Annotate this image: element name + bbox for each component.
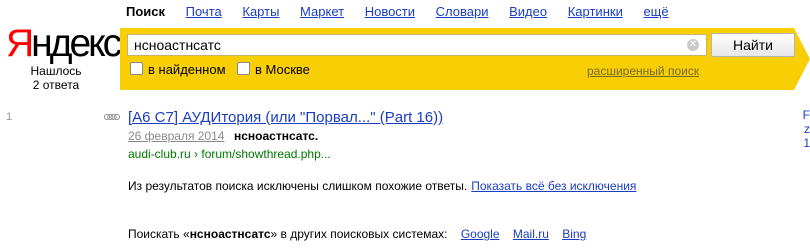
engine-mailru-link[interactable]: Mail.ru bbox=[513, 227, 549, 241]
nav-item-search: Поиск bbox=[126, 4, 166, 19]
audi-rings-icon bbox=[104, 113, 120, 121]
other-engines: Поискать «нсноастнсатс» в других поисков… bbox=[128, 227, 586, 241]
search-in-results-label: в найденном bbox=[148, 62, 226, 77]
other-engines-query: нсноастнсатс bbox=[189, 227, 271, 241]
nav-item-maps[interactable]: Карты bbox=[242, 4, 279, 19]
nav-item-market[interactable]: Маркет bbox=[300, 4, 344, 19]
nav-item-news[interactable]: Новости bbox=[365, 4, 415, 19]
search-in-results-checkbox[interactable]: в найденном bbox=[130, 62, 226, 78]
cutoff-fragment: F bbox=[802, 108, 810, 122]
region-checkbox[interactable]: в Москве bbox=[237, 62, 310, 78]
engine-google-link[interactable]: Google bbox=[461, 227, 500, 241]
nav-item-more[interactable]: ещё bbox=[643, 4, 668, 19]
result-number: 1 bbox=[6, 111, 13, 123]
exclusion-notice: Из результатов поиска исключены слишком … bbox=[128, 179, 636, 193]
advanced-search-link[interactable]: расширенный поиск bbox=[587, 64, 699, 78]
top-nav: Поиск Почта Карты Маркет Новости Словари… bbox=[126, 4, 686, 19]
yandex-logo[interactable]: Яндекс bbox=[6, 24, 122, 64]
cutoff-fragment: 1 bbox=[803, 136, 810, 150]
checkbox-icon[interactable] bbox=[130, 62, 143, 75]
nav-item-mail[interactable]: Почта bbox=[186, 4, 222, 19]
clear-icon[interactable]: ✕ bbox=[687, 39, 699, 51]
result-snippet: нсноастнсатс. bbox=[234, 129, 319, 143]
cutoff-fragment: z bbox=[804, 122, 810, 136]
nav-item-images[interactable]: Картинки bbox=[568, 4, 623, 19]
checkbox-icon[interactable] bbox=[237, 62, 250, 75]
search-input[interactable]: нсноастнсатс bbox=[127, 34, 707, 56]
result-date-link[interactable]: 26 февраля 2014 bbox=[128, 129, 224, 143]
other-engines-suffix: » в других поисковых системах: bbox=[270, 227, 448, 241]
result-url[interactable]: audi-club.ru › forum/showthread.php... bbox=[128, 147, 331, 161]
exclusion-text: Из результатов поиска исключены слишком … bbox=[128, 179, 468, 193]
results-count: Нашлось 2 ответа bbox=[0, 64, 112, 92]
engine-bing-link[interactable]: Bing bbox=[562, 227, 586, 241]
region-label: в Москве bbox=[255, 62, 310, 77]
show-all-link[interactable]: Показать всё без исключения bbox=[471, 179, 636, 193]
nav-item-dictionaries[interactable]: Словари bbox=[436, 4, 489, 19]
result-title-link[interactable]: [A6 C7] АУДИтория (или "Порвал..." (Part… bbox=[128, 109, 443, 127]
results-count-label: Нашлось bbox=[30, 64, 82, 78]
nav-item-video[interactable]: Видео bbox=[509, 4, 547, 19]
search-button[interactable]: Найти bbox=[711, 33, 795, 57]
other-engines-prefix: Поискать « bbox=[128, 227, 190, 241]
results-count-value: 2 ответа bbox=[32, 78, 80, 92]
